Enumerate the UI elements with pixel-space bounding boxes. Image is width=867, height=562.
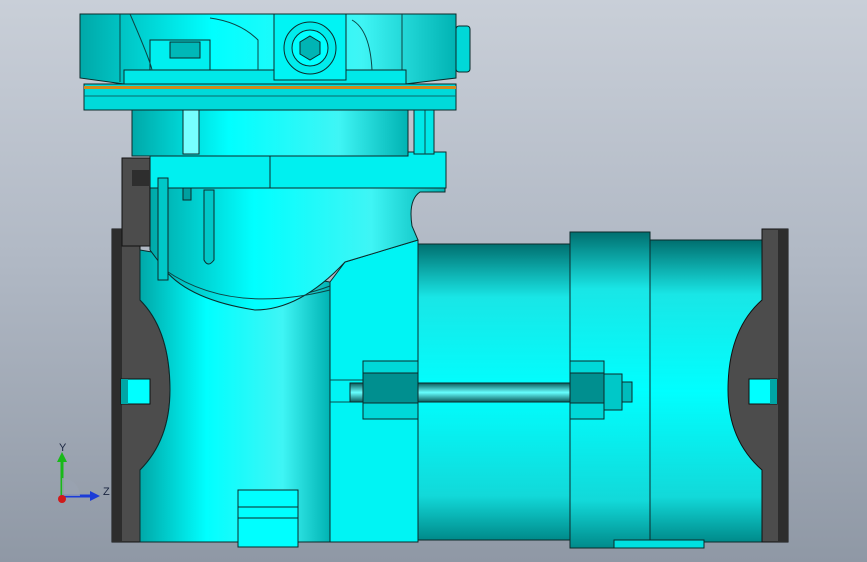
cad-viewport[interactable]: Y Z [0,0,867,562]
gasket-ring [83,83,457,111]
pump-assembly-model[interactable] [0,0,867,562]
cap-cylinder [131,107,435,157]
triad-y-label: Y [59,442,67,454]
neck-collar [149,151,447,189]
triad-z-label: Z [103,486,110,498]
hex-bolt[interactable] [273,13,347,81]
side-fitting [455,25,471,73]
coordinate-triad: Y Z [48,438,118,510]
